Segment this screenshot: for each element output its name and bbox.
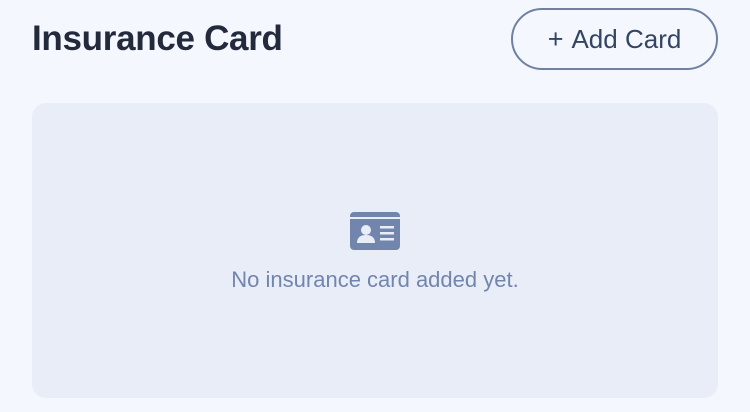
page-title: Insurance Card	[32, 19, 283, 58]
empty-state-message: No insurance card added yet.	[231, 267, 519, 292]
plus-icon: +	[547, 23, 564, 54]
add-card-button-label: Add Card	[571, 23, 682, 54]
header: Insurance Card + Add Card	[32, 8, 718, 70]
id-card-icon	[350, 212, 400, 250]
add-card-button[interactable]: + Add Card	[511, 8, 718, 70]
insurance-card-empty-state: No insurance card added yet.	[32, 103, 718, 398]
